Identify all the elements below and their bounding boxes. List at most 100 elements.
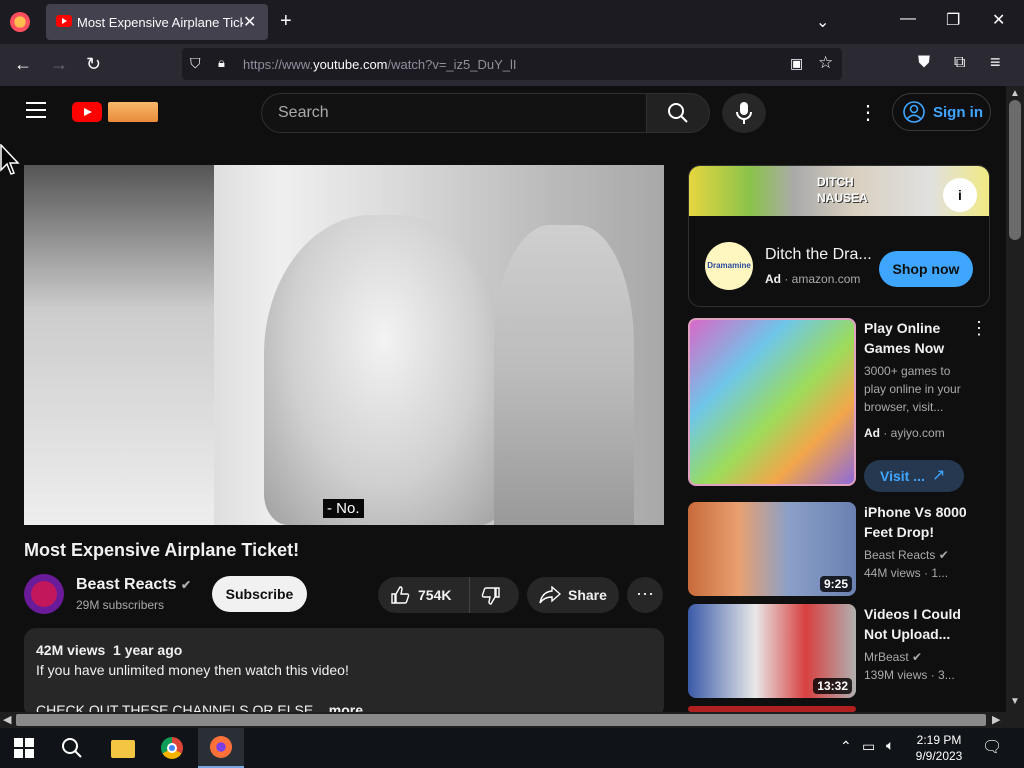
channel-name[interactable]: Beast Reacts ✔ [76, 576, 191, 594]
forward-arrow-icon[interactable]: → [50, 54, 68, 75]
recommended-title[interactable]: Videos I Could Not Upload... [864, 604, 984, 644]
taskbar-clock[interactable]: 2:19 PM 9/9/2023 [910, 732, 968, 764]
reader-view-icon[interactable]: ▣ [790, 55, 803, 72]
like-button[interactable]: 754K [378, 577, 470, 613]
chrome-icon[interactable] [161, 737, 183, 759]
microphone-icon [736, 102, 752, 124]
thumbs-up-icon [391, 586, 410, 604]
recommended-meta: 139M views · 3... [864, 668, 955, 682]
video-duration: 13:32 [813, 678, 852, 694]
thumbs-down-icon [481, 587, 500, 605]
shop-now-button[interactable]: Shop now [879, 251, 973, 287]
search-icon [668, 103, 688, 123]
clock-date: 9/9/2023 [915, 749, 963, 763]
minimize-button[interactable]: — [900, 10, 916, 28]
channel-avatar[interactable] [24, 574, 64, 614]
search-placeholder: Search [278, 104, 329, 121]
youtube-favicon-icon [56, 15, 72, 27]
close-window-button[interactable]: ✕ [992, 10, 1005, 30]
list-tabs-icon[interactable]: ⌄ [816, 12, 829, 32]
clock-time: 2:19 PM [916, 733, 962, 747]
sidebar-ad-card[interactable]: DITCH NAUSEA i Dramamine Ditch the Dra..… [688, 165, 990, 307]
back-arrow-icon[interactable]: ← [14, 54, 32, 75]
subscribe-button[interactable]: Subscribe [212, 576, 307, 612]
verified-badge-icon: ✔ [180, 578, 192, 592]
more-actions-button[interactable]: ⋯ [627, 577, 663, 613]
share-label: Share [568, 587, 607, 603]
promo-description: 3000+ games to play online in your brows… [864, 364, 961, 414]
promo-title[interactable]: Play Online Games Now [864, 318, 984, 358]
description-box[interactable]: 42M views 1 year ago If you have unlimit… [24, 628, 664, 718]
scroll-left-arrow-icon[interactable]: ◀ [3, 713, 11, 726]
scroll-right-arrow-icon[interactable]: ▶ [992, 713, 1000, 726]
video-caption: - No. [323, 499, 364, 518]
tab-active[interactable]: Most Expensive Airplane Ticket! ✕ [46, 4, 268, 40]
hscrollbar-thumb[interactable] [16, 714, 986, 726]
dislike-button[interactable] [471, 577, 519, 613]
shield-icon[interactable]: ⛉ [190, 55, 201, 72]
visit-label: Visit ... [880, 468, 925, 484]
recommended-channel: MrBeast ✔ [864, 650, 923, 664]
tab-close-icon[interactable]: ✕ [243, 12, 256, 32]
scroll-down-arrow-icon[interactable]: ▼ [1010, 696, 1020, 707]
recommended-title[interactable]: iPhone Vs 8000 Feet Drop! [864, 502, 984, 542]
app-menu-icon[interactable]: ≡ [990, 52, 1001, 73]
recommended-thumbnail[interactable]: 9:25 [688, 502, 856, 596]
verified-badge-icon: ✔ [912, 650, 923, 664]
show-hidden-icons-icon[interactable]: ⌃ [840, 738, 852, 755]
subscriber-count: 29M subscribers [76, 598, 165, 612]
ad-info-icon[interactable]: i [943, 178, 977, 212]
description-line: If you have unlimited money then watch t… [36, 662, 349, 678]
notifications-icon[interactable]: 🗨︎ [982, 737, 1002, 757]
promo-thumbnail[interactable] [688, 318, 856, 486]
lock-icon[interactable]: 🔒︎ [218, 55, 225, 71]
video-frame-person-left [24, 165, 214, 525]
vertical-scrollbar[interactable]: ▲ ▼ [1006, 86, 1024, 712]
network-icon[interactable]: ▭ [862, 738, 875, 755]
youtube-header: Search ⋮ Sign in [0, 86, 1006, 142]
search-icon[interactable] [61, 737, 83, 759]
sign-in-button[interactable]: Sign in [892, 93, 991, 131]
tab-title: Most Expensive Airplane Ticket! [77, 15, 243, 30]
search-button[interactable] [646, 93, 710, 133]
firefox-taskbar-button[interactable] [198, 728, 244, 768]
youtube-logo[interactable] [72, 102, 102, 122]
hamburger-menu-icon[interactable] [26, 102, 46, 118]
video-player[interactable] [24, 165, 664, 525]
windows-start-icon[interactable] [14, 738, 34, 758]
share-button[interactable]: Share [527, 577, 619, 613]
visit-button[interactable]: Visit ... ↗ [864, 460, 964, 492]
url-text[interactable]: https://www.youtube.com/watch?v=_iz5_DuY… [243, 57, 517, 72]
promo-more-icon[interactable]: ⋮ [970, 318, 988, 339]
maximize-button[interactable]: ❐ [946, 10, 960, 30]
voice-search-button[interactable] [722, 93, 766, 133]
file-explorer-icon[interactable] [111, 740, 135, 758]
scrollbar-thumb[interactable] [1009, 100, 1021, 240]
volume-muted-icon[interactable]: 🔈︎ [886, 737, 894, 754]
video-frame-person-right [494, 225, 634, 525]
doodle-banner-image[interactable] [108, 102, 158, 122]
scrollbar-corner [1006, 712, 1024, 728]
like-dislike-group: 754K [378, 577, 519, 613]
scroll-up-arrow-icon[interactable]: ▲ [1010, 88, 1020, 99]
browser-tab-bar: Most Expensive Airplane Ticket! ✕ + ⌄ — … [0, 0, 1024, 44]
external-link-icon: ↗ [932, 467, 946, 484]
extensions-icon[interactable]: ⧉ [954, 54, 965, 72]
settings-more-icon[interactable]: ⋮ [858, 100, 878, 125]
windows-taskbar: ⌃ ▭ 🔈︎ 🗨︎ [0, 728, 1024, 768]
recommended-thumbnail[interactable]: 13:32 [688, 604, 856, 698]
search-input[interactable]: Search [261, 93, 647, 133]
horizontal-scrollbar[interactable]: ◀ ▶ [0, 712, 1006, 728]
url-bar[interactable]: ⛉ 🔒︎ https://www.youtube.com/watch?v=_iz… [182, 48, 842, 80]
bookmark-star-icon[interactable]: ☆ [818, 53, 833, 73]
firefox-menu-icon[interactable] [10, 12, 30, 32]
pocket-icon[interactable]: ⛊ [918, 54, 930, 72]
ad-title[interactable]: Ditch the Dra... [765, 246, 872, 264]
reload-icon[interactable]: ↻ [86, 54, 101, 75]
firefox-icon [210, 736, 232, 758]
account-icon [903, 101, 925, 123]
recommended-meta: 44M views · 1... [864, 566, 949, 580]
browser-nav-bar: ← → ↻ ⛉ 🔒︎ https://www.youtube.com/watch… [0, 44, 1024, 86]
ad-advertiser-logo: Dramamine [705, 242, 753, 290]
new-tab-button[interactable]: + [280, 10, 292, 33]
